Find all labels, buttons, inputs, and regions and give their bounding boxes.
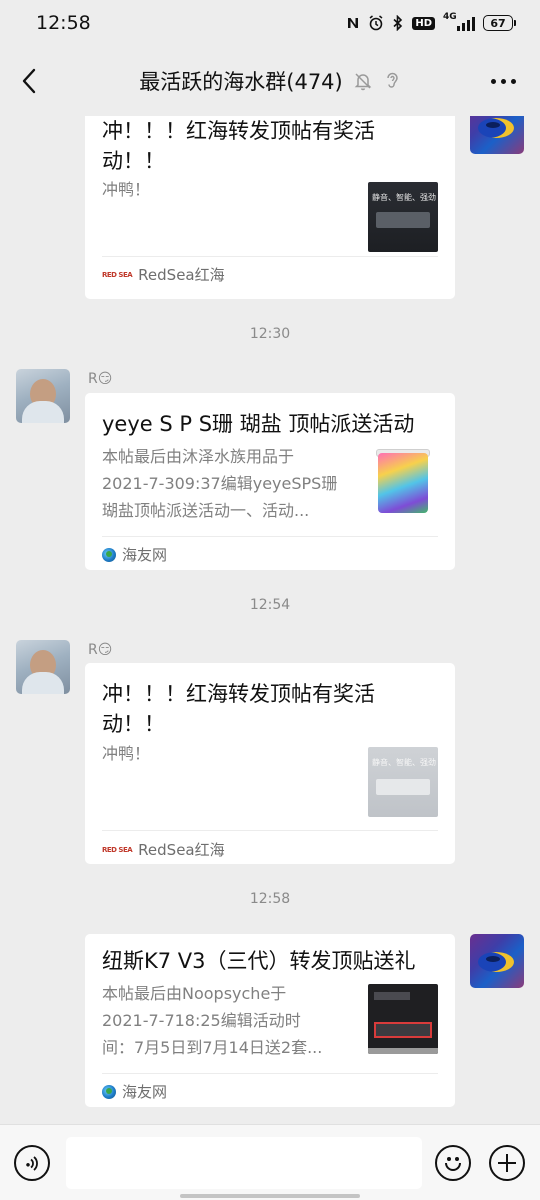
- self-avatar[interactable]: [470, 934, 524, 988]
- alarm-icon: [368, 15, 384, 31]
- card-thumbnail: 静音、智能、强劲: [368, 747, 438, 817]
- card-title-line1: 冲！！！红海转发顶帖有奖活: [102, 119, 375, 143]
- timestamp: 12:54: [249, 597, 291, 613]
- sender-name: R😏: [88, 371, 113, 387]
- emoji-icon: [445, 1163, 461, 1171]
- card-description-line1: 本帖最后由沐泽水族用品于: [102, 447, 295, 466]
- message-list[interactable]: 冲！！！红海转发顶帖有奖活 动！！ 冲鸭！ 静音、智能、强劲 RED SEA R…: [0, 116, 540, 1124]
- chat-header: 最活跃的海水群(474): [0, 46, 540, 116]
- link-card[interactable]: yeye S P S珊 瑚盐 顶帖派送活动 本帖最后由沐泽水族用品于 2021-…: [85, 393, 455, 570]
- haiyou-logo-icon: [102, 547, 116, 562]
- sender-avatar[interactable]: [16, 369, 70, 423]
- card-description-line3: 瑚盐顶帖派送活动一、活动...: [102, 501, 310, 520]
- thumb-caption: 静音、智能、强劲: [372, 193, 436, 202]
- status-icons: HD 4G 67: [346, 12, 516, 31]
- timestamp: 12:30: [249, 326, 291, 342]
- battery-level: 67: [483, 15, 513, 31]
- haiyou-logo-icon: [102, 1084, 116, 1099]
- status-bar: 12:58 HD 4G 67: [0, 0, 540, 46]
- thumb-caption: 静音、智能、强劲: [372, 758, 436, 767]
- message-input[interactable]: [66, 1137, 422, 1189]
- status-time: 12:58: [36, 12, 91, 34]
- link-card[interactable]: 冲！！！红海转发顶帖有奖活 动！！ 冲鸭！ 静音、智能、强劲 RED SEA R…: [85, 116, 455, 299]
- card-divider: [102, 536, 438, 537]
- back-button[interactable]: [14, 66, 44, 96]
- card-title: yeye S P S珊 瑚盐 顶帖派送活动: [102, 412, 415, 436]
- redsea-logo-icon: RED SEA: [102, 270, 133, 279]
- redsea-logo-icon: RED SEA: [102, 845, 133, 854]
- voice-button[interactable]: [14, 1145, 50, 1181]
- chat-title: 最活跃的海水群(474): [139, 70, 343, 94]
- card-title: 纽斯K7 V3（三代）转发顶贴送礼: [102, 949, 416, 973]
- card-source: 海友网: [102, 544, 167, 565]
- card-source: RED SEA RedSea红海: [102, 839, 225, 860]
- card-description-line2: 2021-7-309:37编辑yeyeSPS珊: [102, 474, 338, 493]
- card-description-line1: 本帖最后由Noopsyche于: [102, 984, 287, 1003]
- source-name: 海友网: [122, 1083, 168, 1101]
- emoji-button[interactable]: [435, 1145, 471, 1181]
- card-divider: [102, 1073, 438, 1074]
- card-thumbnail: 静音、智能、强劲: [368, 182, 438, 252]
- timestamp: 12:58: [249, 891, 291, 907]
- card-description: 冲鸭！: [102, 744, 151, 763]
- signal-icon: 4G: [443, 12, 475, 31]
- card-divider: [102, 256, 438, 257]
- home-indicator[interactable]: [180, 1194, 360, 1198]
- card-title-line1: 冲！！！红海转发顶帖有奖活: [102, 682, 375, 706]
- chevron-left-icon: [22, 68, 36, 94]
- more-options-button[interactable]: [488, 70, 518, 92]
- source-name: RedSea红海: [138, 266, 225, 284]
- chat-title-group: 最活跃的海水群(474): [139, 66, 400, 96]
- battery-icon: 67: [483, 15, 516, 31]
- hd-icon: HD: [412, 16, 435, 30]
- bluetooth-icon: [392, 15, 404, 31]
- card-source: RED SEA RedSea红海: [102, 264, 225, 285]
- source-name: 海友网: [122, 546, 168, 564]
- network-type: 4G: [443, 12, 457, 22]
- source-name: RedSea红海: [138, 841, 225, 859]
- card-divider: [102, 830, 438, 831]
- card-thumbnail: [368, 447, 438, 517]
- card-title-line2: 动！！: [102, 712, 165, 736]
- card-thumbnail: [368, 984, 438, 1054]
- link-card[interactable]: 纽斯K7 V3（三代）转发顶贴送礼 本帖最后由Noopsyche于 2021-7…: [85, 934, 455, 1107]
- nfc-icon: [346, 16, 360, 30]
- card-title-line2: 动！！: [102, 149, 165, 173]
- card-description-line3: 间：7月5日到7月14日送2套...: [102, 1038, 323, 1057]
- sender-avatar[interactable]: [16, 640, 70, 694]
- mute-bell-icon: [353, 71, 373, 91]
- input-bar: [0, 1124, 540, 1200]
- card-source: 海友网: [102, 1081, 167, 1102]
- voice-icon: [26, 1156, 38, 1171]
- more-dots-icon: [490, 78, 496, 84]
- card-description: 冲鸭！: [102, 180, 151, 199]
- link-card[interactable]: 冲！！！红海转发顶帖有奖活 动！！ 冲鸭！ 静音、智能、强劲 RED SEA R…: [85, 663, 455, 864]
- sender-name: R😏: [88, 642, 113, 658]
- more-functions-button[interactable]: [489, 1145, 525, 1181]
- card-description-line2: 2021-7-718:25编辑活动时: [102, 1011, 301, 1030]
- self-avatar[interactable]: [470, 116, 524, 154]
- ear-icon: [383, 71, 401, 91]
